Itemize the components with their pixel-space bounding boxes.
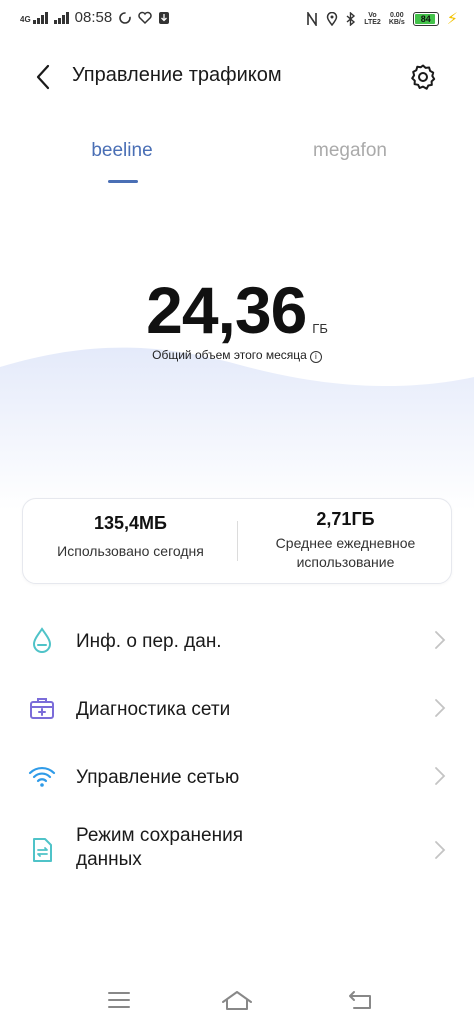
- signal-icon: 4G: [20, 11, 48, 24]
- stats-card: 135,4МБ Использовано сегодня 2,71ГБ Сред…: [22, 498, 452, 584]
- average-label-line2: использование: [296, 554, 395, 570]
- menu-label-data-saver-line2: данных: [76, 849, 142, 870]
- medkit-icon: [30, 698, 54, 719]
- menu-item-data-info[interactable]: Инф. о пер. дан.: [0, 606, 474, 674]
- menu-label-data-saver: Режим сохранения данных: [76, 824, 376, 872]
- today-usage: 135,4МБ Использовано сегодня: [23, 513, 238, 561]
- network-type: 4G: [20, 14, 31, 24]
- tab-megafon[interactable]: megafon: [270, 140, 430, 162]
- monthly-usage: 24,36 ГБ: [0, 272, 474, 348]
- usage-unit: ГБ: [312, 321, 328, 336]
- data-saver-icon: [33, 838, 52, 862]
- drop-icon: [32, 627, 52, 653]
- system-nav-bar: [0, 980, 474, 1020]
- usage-value: 24,36: [146, 273, 307, 347]
- battery-icon: 84: [412, 12, 439, 26]
- download-icon: [158, 11, 170, 25]
- chevron-right-icon: [435, 767, 446, 785]
- network-speed: 0.00 KB/s: [388, 12, 405, 26]
- settings-menu: Инф. о пер. дан. Диагностика сети Управл…: [0, 606, 474, 890]
- home-icon: [222, 991, 252, 1010]
- menu-item-network-management[interactable]: Управление сетью: [0, 742, 474, 810]
- menu-item-data-saver[interactable]: Режим сохранения данных: [0, 810, 474, 890]
- settings-button[interactable]: [408, 62, 438, 92]
- info-icon[interactable]: i: [309, 351, 322, 363]
- nav-menu-button[interactable]: [101, 986, 137, 1014]
- volte-indicator: Vo LTE2: [364, 12, 381, 26]
- back-icon: [349, 991, 371, 1009]
- menu-label-data-info: Инф. о пер. дан.: [76, 631, 222, 652]
- wifi-icon: [28, 766, 56, 787]
- bluetooth-icon: [346, 12, 356, 26]
- tab-indicator: [108, 180, 138, 183]
- health-icon: [138, 11, 152, 25]
- nfc-icon: [306, 12, 318, 26]
- sim-tabs: beeline megafon: [0, 134, 474, 186]
- menu-label-network-diagnostics: Диагностика сети: [76, 699, 231, 720]
- traffic-management-screen: 4G 08:58 Vo LTE2 0.00 KB/s 84 ⚡ Управлен…: [0, 0, 474, 1027]
- location-icon: [326, 12, 338, 26]
- average-usage: 2,71ГБ Среднее ежедневное использование: [238, 509, 453, 572]
- usage-caption-row[interactable]: Общий объем этого месяца i: [0, 348, 474, 363]
- gear-icon: [411, 64, 436, 90]
- battery-level: 84: [420, 14, 431, 24]
- menu-label-network-management: Управление сетью: [76, 767, 240, 788]
- menu-item-network-diagnostics[interactable]: Диагностика сети: [0, 674, 474, 742]
- menu-icon: [108, 992, 130, 1008]
- sync-icon: [118, 11, 132, 25]
- header: Управление трафиком: [0, 52, 474, 100]
- page-title: Управление трафиком: [72, 64, 282, 86]
- today-label: Использовано сегодня: [57, 543, 204, 559]
- tab-beeline[interactable]: beeline: [42, 140, 202, 162]
- usage-caption: Общий объем этого месяца: [152, 348, 307, 362]
- nav-home-button[interactable]: [219, 986, 255, 1014]
- status-time: 08:58: [74, 9, 113, 26]
- status-bar: 4G 08:58 Vo LTE2 0.00 KB/s 84 ⚡: [0, 0, 474, 36]
- back-button[interactable]: [28, 62, 58, 92]
- average-label-line1: Среднее ежедневное: [275, 535, 416, 551]
- menu-label-data-saver-line1: Режим сохранения: [76, 825, 244, 846]
- charging-icon: ⚡: [446, 11, 458, 28]
- back-arrow-icon: [36, 64, 50, 90]
- chevron-right-icon: [435, 699, 446, 717]
- chevron-right-icon: [435, 841, 446, 859]
- nav-back-button[interactable]: [343, 986, 379, 1014]
- chevron-right-icon: [435, 631, 446, 649]
- signal-2-icon: [53, 11, 69, 24]
- average-value: 2,71ГБ: [316, 509, 375, 529]
- today-value: 135,4МБ: [94, 513, 167, 533]
